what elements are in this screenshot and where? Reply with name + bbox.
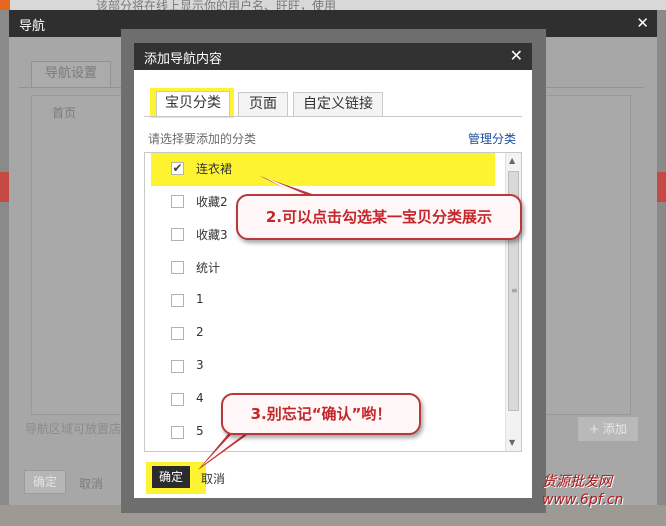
watermark-url: www.6pf.cn (542, 492, 624, 508)
watermark: 货源批发网 www.6pf.cn (542, 473, 623, 509)
callout-remember-confirm: 3.别忘记“确认”哟！ (221, 393, 421, 435)
watermark-name: 货源批发网 (542, 474, 612, 490)
callout-select-category: 2.可以点击勾选某一宝贝分类展示 (236, 194, 522, 240)
callout-arrows (198, 176, 318, 470)
